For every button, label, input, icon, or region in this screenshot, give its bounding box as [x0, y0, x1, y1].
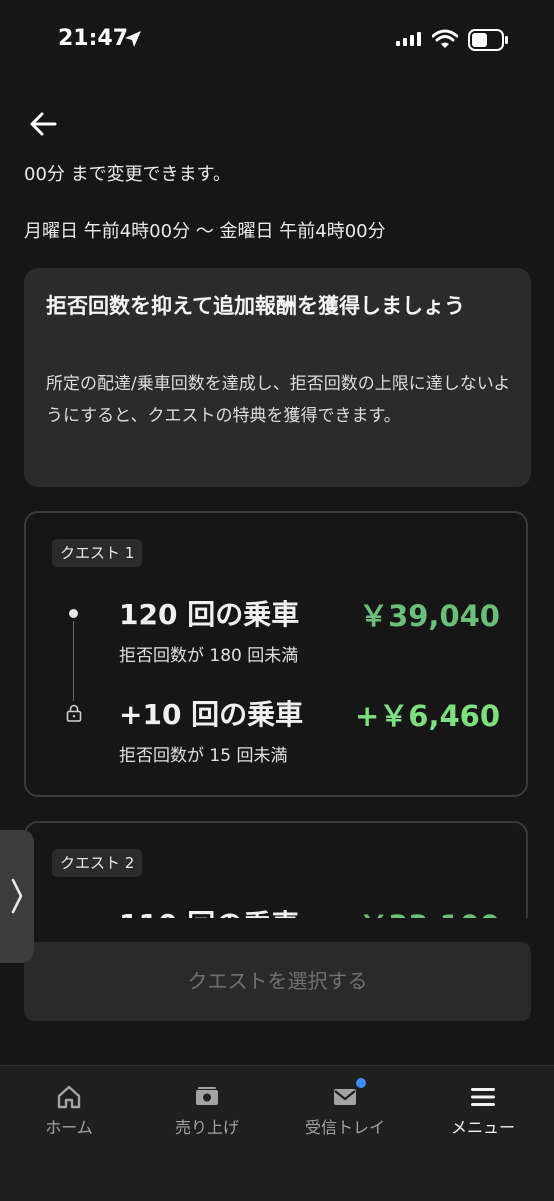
earnings-icon	[196, 1087, 218, 1105]
tab-label: メニュー	[450, 1118, 515, 1137]
info-card-body: 所定の配達/乗車回数を達成し、拒否回数の上限に達しないようにすると、クエストの特…	[46, 374, 511, 426]
chevron-right-icon	[11, 878, 23, 914]
tier-subtitle: 拒否回数が 15 回未満	[119, 746, 288, 766]
tab-label: 売り上げ	[174, 1118, 239, 1137]
notification-dot	[356, 1078, 366, 1088]
back-button[interactable]	[28, 110, 64, 140]
location-arrow-icon	[125, 31, 141, 47]
tier-subtitle: 拒否回数が 180 回未満	[119, 646, 299, 666]
tab-label: ホーム	[45, 1118, 93, 1137]
info-card-title: 拒否回数を抑えて追加報酬を獲得しましょう	[46, 294, 465, 318]
select-quest-button[interactable]: クエストを選択する	[24, 942, 531, 1021]
tier-title: +10 回の乗車	[119, 698, 304, 731]
tab-inbox[interactable]: 受信トレイ	[276, 1066, 414, 1146]
quest-card-1[interactable]: クエスト 1 120 回の乗車 拒否回数が 180 回未満 ￥39,040 +1…	[24, 511, 528, 797]
bottom-tab-bar: ホーム 売り上げ 受信トレイ メニュー	[0, 1065, 554, 1201]
wifi-icon	[432, 29, 458, 48]
tier-reward: +￥6,460	[354, 699, 500, 733]
home-icon	[57, 1085, 81, 1109]
tab-label: 受信トレイ	[304, 1118, 385, 1137]
quest-label: クエスト 1	[52, 539, 143, 567]
side-drawer-handle[interactable]	[0, 830, 34, 963]
lock-icon	[66, 704, 82, 722]
arrow-left-icon	[30, 112, 57, 136]
deadline-text: 00分 まで変更できます。	[24, 164, 231, 185]
info-card: 拒否回数を抑えて追加報酬を獲得しましょう 所定の配達/乗車回数を達成し、拒否回数…	[24, 268, 531, 487]
timeline-dot	[69, 609, 78, 618]
battery-icon	[468, 29, 508, 51]
menu-icon	[471, 1088, 495, 1106]
quest-period-text: 月曜日 午前4時00分 〜 金曜日 午前4時00分	[24, 221, 386, 242]
tier-title: 120 回の乗車	[119, 598, 300, 631]
tab-earnings[interactable]: 売り上げ	[138, 1066, 276, 1146]
status-time: 21:47	[58, 26, 129, 51]
tier-reward: ￥39,040	[359, 599, 500, 633]
signal-icon	[396, 32, 421, 46]
tab-menu[interactable]: メニュー	[414, 1066, 552, 1146]
timeline-line	[73, 621, 74, 701]
tab-home[interactable]: ホーム	[0, 1066, 138, 1146]
inbox-icon	[334, 1089, 356, 1105]
quest-label: クエスト 2	[52, 849, 143, 877]
status-bar: 21:47	[0, 0, 554, 84]
